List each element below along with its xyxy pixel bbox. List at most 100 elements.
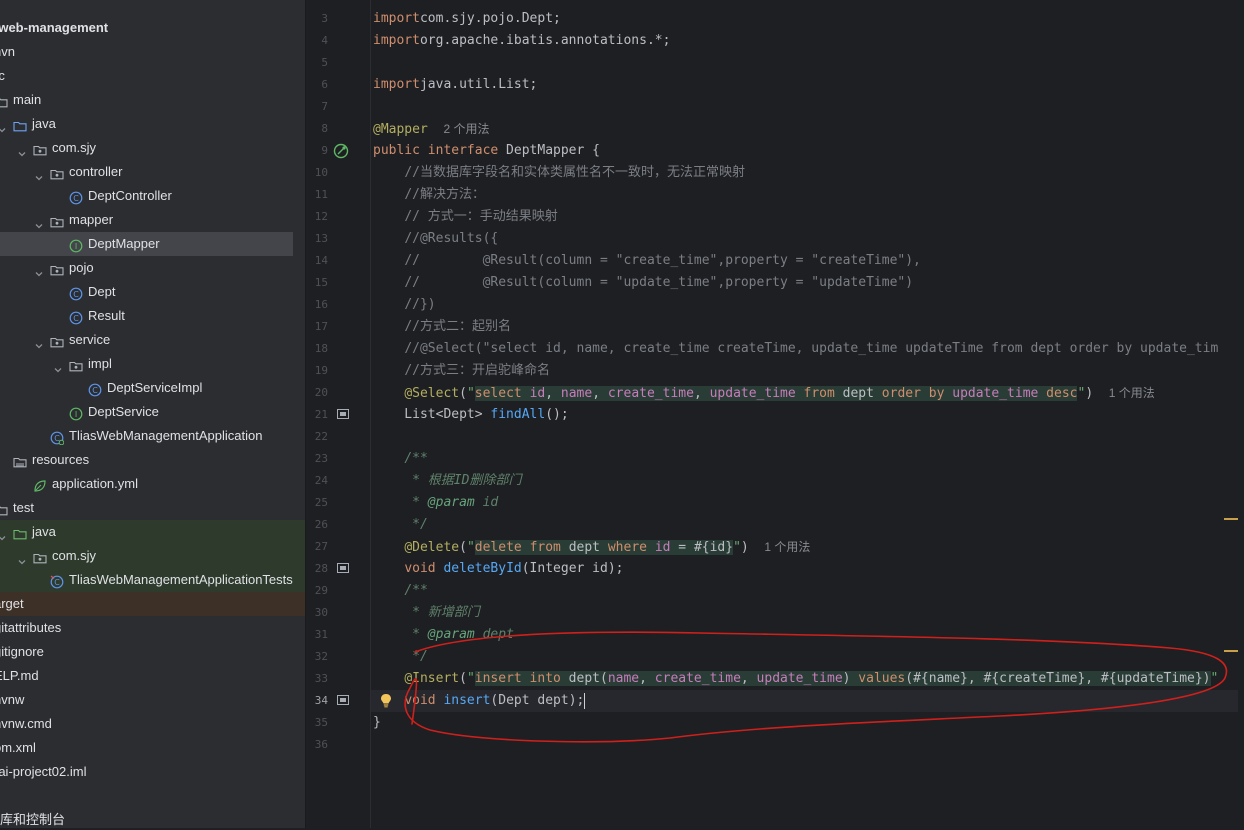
code-line[interactable]: /** (373, 580, 428, 602)
code-line[interactable]: } (373, 712, 381, 734)
tree-item[interactable]: ELP.md (0, 664, 305, 688)
code-token: = #{id} (670, 540, 734, 555)
tree-item[interactable]: nvn (0, 40, 305, 64)
code-line[interactable]: importorg.apache.ibatis.annotations.*; (373, 30, 670, 52)
chevron-down-icon[interactable] (17, 551, 27, 565)
tree-item[interactable]: pojo (0, 256, 305, 280)
chevron-down-icon[interactable] (34, 335, 44, 349)
tree-item[interactable]: gitattributes (0, 616, 305, 640)
tree-item[interactable]: I DeptMapper (0, 232, 293, 256)
chevron-down-icon[interactable] (34, 263, 44, 277)
code-line[interactable]: * @param dept (373, 624, 514, 646)
code-line[interactable]: importjava.util.List; (373, 74, 537, 96)
tree-item[interactable]: com.sjy (0, 136, 305, 160)
tree-item[interactable]: arget (0, 592, 305, 616)
resources-folder-icon (13, 453, 27, 468)
code-line[interactable]: @Delete("delete from dept where id = #{i… (373, 536, 810, 558)
tree-item[interactable]: java (0, 112, 305, 136)
code-line[interactable]: * @param id (373, 492, 498, 514)
tree-item[interactable]: mapper (0, 208, 305, 232)
svg-text:C: C (54, 578, 60, 587)
code-line[interactable]: @Select("select id, name, create_time, u… (373, 382, 1155, 404)
code-token: void (404, 561, 436, 576)
code-line[interactable]: //@Results({ (373, 228, 498, 250)
chevron-down-icon[interactable] (0, 119, 7, 133)
code-line[interactable]: */ (373, 514, 428, 536)
line-number: 18 (314, 342, 328, 355)
tree-item[interactable]: test (0, 496, 305, 520)
chevron-down-icon[interactable] (34, 215, 44, 229)
code-token: } (373, 715, 381, 730)
code-line[interactable]: void deleteById(Integer id); (373, 558, 623, 580)
tree-item[interactable]: C Dept (0, 280, 305, 304)
services-console-label[interactable]: 库和控制台 (0, 810, 65, 828)
code-line[interactable]: public interface DeptMapper { (373, 140, 600, 162)
tree-item[interactable]: java (0, 520, 305, 544)
usage-hint[interactable]: 1 个用法 (1109, 386, 1155, 400)
code-line[interactable]: // 方式一：手动结果映射 (373, 206, 557, 228)
tree-item[interactable]: main (0, 88, 305, 112)
code-line[interactable]: //}) (373, 294, 435, 316)
chevron-down-icon[interactable] (17, 143, 27, 157)
code-line[interactable]: //方式二：起别名 (373, 316, 511, 338)
tree-item-label: -ai-project02.iml (0, 764, 87, 779)
code-line[interactable]: importcom.sjy.pojo.Dept; (373, 8, 561, 30)
chevron-down-icon[interactable] (0, 527, 7, 541)
tree-item[interactable]: resources (0, 448, 305, 472)
chevron-down-icon[interactable] (53, 359, 63, 373)
code-line[interactable]: */ (373, 646, 428, 668)
tree-item-label: Dept (88, 284, 116, 299)
line-number: 3 (321, 12, 328, 25)
code-line[interactable]: // @Result(column = "update_time",proper… (373, 272, 913, 294)
code-line[interactable]: // @Result(column = "create_time",proper… (373, 250, 921, 272)
code-line[interactable]: @Mapper 2 个用法 (373, 118, 489, 140)
chevron-down-icon[interactable] (34, 167, 44, 181)
tree-item[interactable]: C TliasWebManagementApplicationTests (0, 568, 305, 592)
lightbulb-icon[interactable] (380, 693, 392, 708)
tree-item[interactable]: application.yml (0, 472, 305, 496)
tree-item[interactable]: I DeptService (0, 400, 305, 424)
tree-item[interactable]: om.xml (0, 736, 305, 760)
sql-inject-gutter-icon[interactable] (337, 563, 349, 573)
sql-inject-gutter-icon[interactable] (337, 409, 349, 419)
code-line[interactable]: @Insert("insert into dept(name, create_t… (373, 668, 1218, 690)
tree-item[interactable]: C Result (0, 304, 305, 328)
tree-item[interactable]: C DeptServiceImpl (0, 376, 305, 400)
scrollbar-warning-marker[interactable] (1224, 518, 1238, 520)
code-token: * (404, 495, 428, 510)
tree-item[interactable]: gitignore (0, 640, 305, 664)
tree-item[interactable]: nvnw (0, 688, 305, 712)
tree-item-label: controller (69, 164, 123, 179)
code-line[interactable]: //解决方法： (373, 184, 485, 206)
code-line[interactable]: //方式三：开启驼峰命名 (373, 360, 550, 382)
code-token: java.util.List; (419, 77, 538, 92)
code-line[interactable]: void insert(Dept dept); (373, 690, 586, 712)
tree-item[interactable]: controller (0, 160, 305, 184)
tree-item[interactable]: rc (0, 64, 305, 88)
code-line[interactable]: /** (373, 448, 427, 470)
tree-item[interactable]: -web-management (0, 16, 305, 40)
usage-hint[interactable]: 2 个用法 (443, 122, 489, 136)
tree-item[interactable]: C DeptController (0, 184, 305, 208)
spring-bean-gutter-icon[interactable] (333, 143, 349, 159)
class-icon: C (88, 381, 102, 397)
tree-item[interactable]: com.sjy (0, 544, 305, 568)
code-line[interactable]: //@Select("select id, name, create_time … (373, 338, 1218, 360)
tree-item[interactable]: impl (0, 352, 305, 376)
code-line[interactable]: //当数据库字段名和实体类属性名不一致时，无法正常映射 (373, 162, 745, 184)
scrollbar-warning-marker[interactable] (1224, 650, 1238, 652)
code-line[interactable]: * 新增部门 (373, 602, 480, 624)
tree-item[interactable]: C TliasWebManagementApplication (0, 424, 305, 448)
tree-item[interactable]: nvnw.cmd (0, 712, 305, 736)
code-line[interactable]: * 根据ID删除部门 (373, 470, 521, 492)
code-token: /** (404, 583, 428, 598)
usage-hint[interactable]: 1 个用法 (764, 540, 810, 554)
code-token: , (639, 671, 655, 686)
code-token (521, 386, 530, 401)
tree-item[interactable]: service (0, 328, 305, 352)
code-line[interactable]: List<Dept> findAll(); (373, 404, 568, 426)
code-token: //@Select("select id, name, create_time … (404, 341, 1219, 356)
tree-item[interactable]: -ai-project02.iml (0, 760, 305, 784)
sql-inject-gutter-icon[interactable] (337, 695, 349, 705)
